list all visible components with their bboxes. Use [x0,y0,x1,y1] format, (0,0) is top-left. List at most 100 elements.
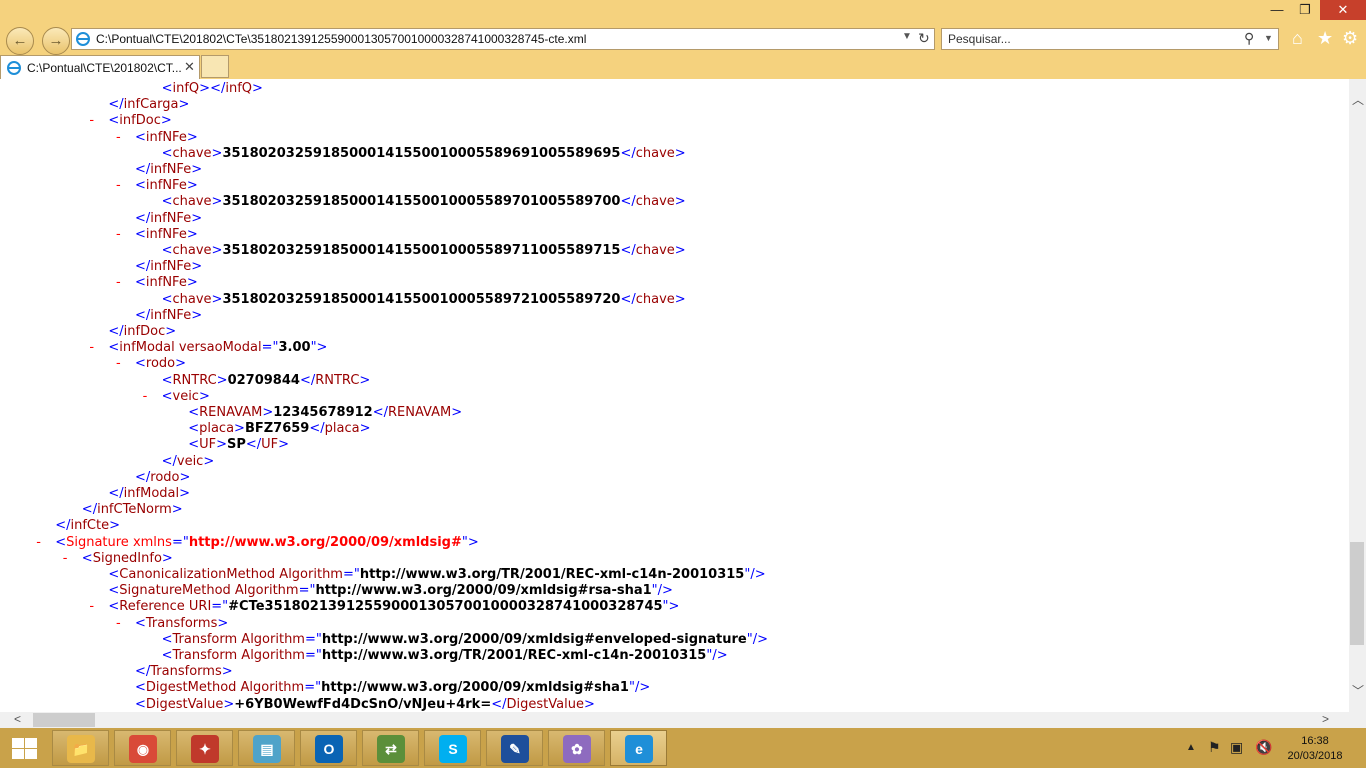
home-icon[interactable]: ⌂ [1292,28,1303,49]
taskbar-app-paint[interactable]: ✿ [548,730,605,766]
xml-punct: > [165,324,177,339]
xml-punct: </ [108,97,124,113]
xml-punct: < [188,437,200,453]
xml-tag-name: Reference [119,599,185,615]
start-button[interactable] [10,736,38,760]
scroll-down-icon[interactable]: ﹀ [1352,682,1364,699]
collapse-toggle[interactable]: - [36,535,49,551]
search-box[interactable]: Pesquisar... ⚲ ▼ [941,28,1279,50]
xml-tag-name: UF [261,437,279,453]
xml-tag-name: infQ [225,81,253,96]
xml-punct: < [135,680,146,696]
ie-icon [7,61,21,75]
search-input[interactable]: Pesquisar... [948,32,1011,46]
volume-muted-icon[interactable]: 🔇 [1255,739,1272,756]
xml-punct: < [161,81,173,96]
xml-punct: > [179,486,191,501]
favorites-star-icon[interactable]: ★ [1317,28,1333,49]
taskbar-app-notepad[interactable]: ▤ [238,730,295,766]
xml-line: <CanonicalizationMethod Algorithm="http:… [108,567,765,583]
xml-punct: < [81,550,93,566]
xml-line[interactable]: - <veic> [143,389,210,405]
horizontal-scroll-thumb[interactable] [33,713,95,727]
chevron-down-icon[interactable]: ▼ [902,31,912,42]
collapse-toggle[interactable]: - [63,551,76,567]
scroll-left-icon[interactable]: < [14,712,21,726]
xml-punct: </ [108,324,124,339]
collapse-toggle[interactable]: - [143,389,156,405]
flag-icon[interactable]: ⚑ [1208,739,1221,756]
xml-line[interactable]: - <Signature xmlns="http://www.w3.org/20… [36,534,479,551]
xml-attr-value: 3.00 [278,340,311,356]
close-window-button[interactable]: ✕ [1320,0,1366,20]
xml-line[interactable]: - <infDoc> [89,113,171,129]
new-tab-button[interactable] [201,55,229,78]
taskbar-app-teamviewer[interactable]: ⇄ [362,730,419,766]
scroll-right-icon[interactable]: > [1322,712,1329,726]
horizontal-scrollbar[interactable]: < > [0,712,1349,729]
xml-punct: > [278,437,290,453]
xml-attr-name: versaoModal [174,340,262,356]
refresh-icon[interactable]: ↻ [918,30,930,47]
maximize-button[interactable]: ❐ [1290,0,1320,20]
xml-punct: < [161,631,173,647]
collapse-toggle[interactable]: - [116,356,129,372]
search-icon[interactable]: ⚲ [1244,30,1254,47]
xml-punct: > [191,162,203,177]
collapse-toggle[interactable]: - [116,178,129,194]
xml-line[interactable]: - <infNFe> [116,130,198,146]
xml-line: <RENAVAM>12345678912</RENAVAM> [188,405,462,421]
taskbar-app-outlook[interactable]: O [300,730,357,766]
collapse-toggle[interactable]: - [116,227,129,243]
minimize-button[interactable]: — [1262,0,1292,20]
xml-line[interactable]: - <SignedInfo> [63,550,173,567]
taskbar-app-chrome[interactable]: ◉ [114,730,171,766]
collapse-toggle[interactable]: - [116,130,129,146]
xml-punct: </ [55,518,71,534]
xml-tag-name: infModal [119,340,175,356]
back-button[interactable]: ← [6,27,34,55]
xml-line[interactable]: - <rodo> [116,356,186,372]
right-arrow-icon: → [48,32,64,49]
xml-tag-name: Signature [66,534,129,550]
vertical-scrollbar[interactable]: ︿ ﹀ [1349,79,1366,712]
tray-expand-icon[interactable]: ▲ [1186,742,1196,753]
xml-text-value: BFZ7659 [244,421,310,437]
vertical-scroll-thumb[interactable] [1350,542,1364,645]
xml-tag-name: infQ [172,81,200,96]
scroll-up-icon[interactable]: ︿ [1352,91,1364,108]
scrollbar-corner [1349,712,1366,729]
xml-tag-name: placa [324,421,360,437]
collapse-toggle[interactable]: - [89,599,102,615]
collapse-toggle[interactable]: - [116,616,129,632]
xml-line: <chave>351802032591850001415500100055897… [162,194,686,210]
xml-line: </veic> [162,454,215,470]
xml-line[interactable]: - <infNFe> [116,227,198,243]
xml-line[interactable]: - <Reference URI="#CTe351802139125590001… [89,599,679,615]
xml-tag-name: placa [199,421,235,437]
taskbar-app-app-doc[interactable]: ✎ [486,730,543,766]
taskbar-app-app-red[interactable]: ✦ [176,730,233,766]
collapse-toggle[interactable]: - [89,340,102,356]
collapse-toggle[interactable]: - [89,113,102,129]
taskbar-app-skype[interactable]: S [424,730,481,766]
chevron-down-icon[interactable]: ▼ [1264,33,1273,43]
taskbar-app-internet-explorer[interactable]: e [610,730,667,766]
forward-button[interactable]: → [42,27,70,55]
xml-line[interactable]: - <infNFe> [116,275,198,291]
close-tab-icon[interactable]: ✕ [184,59,195,75]
gear-icon[interactable]: ⚙ [1342,28,1358,49]
taskbar-app-file-explorer[interactable]: 📁 [52,730,109,766]
collapse-toggle[interactable]: - [116,275,129,291]
clock[interactable]: 16:38 20/03/2018 [1283,734,1347,764]
xml-punct: > [583,696,595,712]
xml-line[interactable]: - <infModal versaoModal="3.00"> [89,340,327,356]
xml-punct: > [262,405,274,420]
address-bar[interactable]: C:\Pontual\CTE\201802\CTe\35180213912559… [71,28,935,50]
xml-line[interactable]: - <infNFe> [116,178,198,194]
xml-line[interactable]: - <Transforms> [116,616,228,632]
network-icon[interactable]: ▣ [1230,739,1243,756]
xml-text-value: 12345678912 [273,405,373,420]
address-text[interactable]: C:\Pontual\CTE\201802\CTe\35180213912559… [96,32,586,46]
tab-active[interactable]: C:\Pontual\CTE\201802\CT... ✕ [0,55,200,79]
